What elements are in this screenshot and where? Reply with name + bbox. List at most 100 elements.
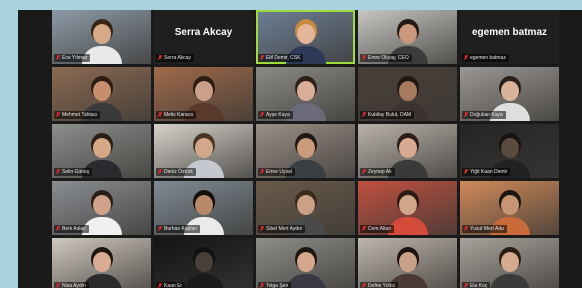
participant-name: Mehmet Tahtacı	[62, 112, 98, 118]
mic-muted-icon	[158, 112, 162, 118]
participant-name: Zeynep Ak	[368, 169, 392, 175]
mic-muted-icon	[260, 169, 264, 175]
mic-muted-icon	[260, 226, 264, 232]
meeting-window: Ece Yılmaz Serra Akcay Serra Akcay Elif Dem…	[18, 10, 582, 288]
participant-tile[interactable]: Kubilay Bulut, DAM	[358, 67, 457, 121]
participant-name-label: Ela Koç	[462, 282, 491, 288]
participant-name: Yusuf Mert Ada	[470, 226, 504, 232]
participant-face	[92, 252, 111, 272]
participant-tile[interactable]: Ece Yılmaz	[52, 10, 151, 64]
participant-name-label: Kubilay Bulut, DAM	[360, 111, 415, 119]
participant-tile[interactable]: Cem Altun	[358, 181, 457, 235]
participant-face	[296, 195, 315, 215]
participant-tile[interactable]: Sibel Mert Aydın	[256, 181, 355, 235]
participant-tile[interactable]: Yusuf Mert Ada	[460, 181, 559, 235]
participant-tile[interactable]: Burhan Kaplan	[154, 181, 253, 235]
participant-name-label: Yiğit Kaan Demir	[462, 168, 511, 176]
mic-muted-icon	[56, 283, 60, 288]
participant-shoulders	[285, 274, 326, 288]
mic-muted-icon	[362, 226, 366, 232]
mic-muted-icon	[260, 55, 264, 61]
participant-face	[398, 24, 417, 44]
mic-muted-icon	[56, 55, 60, 61]
participant-face	[398, 81, 417, 101]
participant-name: egemen batmaz	[470, 55, 506, 61]
participant-name-label: Emre Okyay, CEO	[360, 54, 412, 62]
mic-muted-icon	[158, 169, 162, 175]
participant-tile[interactable]: Selin Güneş	[52, 124, 151, 178]
participant-face	[500, 252, 519, 272]
participant-tile[interactable]: Kaan Er	[154, 238, 253, 288]
participant-name-label: egemen batmaz	[462, 54, 509, 62]
participant-face	[296, 24, 315, 44]
participant-tile[interactable]: Mehmet Tahtacı	[52, 67, 151, 121]
participant-face	[500, 81, 519, 101]
participant-name-label: Deniz Öztürk	[156, 168, 196, 176]
participant-video	[183, 248, 224, 288]
participant-name: Doğukan Kaya	[470, 112, 503, 118]
participant-face	[398, 138, 417, 158]
mic-muted-icon	[158, 226, 162, 232]
participant-face	[92, 195, 111, 215]
participant-tile[interactable]: Deniz Öztürk	[154, 124, 253, 178]
mic-muted-icon	[362, 112, 366, 118]
participant-tile[interactable]: Yiğit Kaan Demir	[460, 124, 559, 178]
mic-muted-icon	[158, 55, 162, 61]
participant-name-label: Zeynep Ak	[360, 168, 395, 176]
participant-gallery: Ece Yılmaz Serra Akcay Serra Akcay Elif Dem…	[52, 10, 582, 288]
mic-muted-icon	[56, 112, 60, 118]
mic-muted-icon	[464, 112, 468, 118]
participant-name-label: Elif Demir, CSK	[258, 54, 304, 62]
participant-tile[interactable]: Berk Aslan	[52, 181, 151, 235]
participant-name: Sibel Mert Aydın	[266, 226, 303, 232]
participant-tile[interactable]: Melis Karaca	[154, 67, 253, 121]
participant-tile[interactable]: Emre Okyay, CEO	[358, 10, 457, 64]
participant-tile[interactable]: Ayşe Kaya	[256, 67, 355, 121]
participant-name: Yiğit Kaan Demir	[470, 169, 508, 175]
participant-name-label: Yusuf Mert Ada	[462, 225, 507, 233]
participant-shoulders	[489, 274, 530, 288]
participant-name: Tolga Şen	[266, 283, 289, 288]
participant-tile[interactable]: Emre Uysal	[256, 124, 355, 178]
participant-tile[interactable]: Nisa Aydın	[52, 238, 151, 288]
participant-name: Serra Akcay	[164, 55, 191, 61]
participant-video	[489, 248, 530, 288]
participant-name-label: Sibel Mert Aydın	[258, 225, 306, 233]
participant-tile[interactable]: Doğukan Kaya	[460, 67, 559, 121]
participant-name-label: Melis Karaca	[156, 111, 196, 119]
mic-muted-icon	[362, 169, 366, 175]
mic-muted-icon	[464, 169, 468, 175]
participant-name: Melis Karaca	[164, 112, 193, 118]
participant-name: Kaan Er	[164, 283, 183, 288]
participant-tile[interactable]: Tolga Şen	[256, 238, 355, 288]
participant-face	[194, 138, 213, 158]
participant-face	[194, 81, 213, 101]
participant-face	[296, 252, 315, 272]
participant-name: Emre Okyay, CEO	[368, 55, 409, 61]
participant-face	[92, 81, 111, 101]
mic-muted-icon	[464, 226, 468, 232]
mic-muted-icon	[158, 283, 162, 288]
participant-tile[interactable]: Elif Demir, CSK	[256, 10, 355, 64]
participant-name-label: Ayşe Kaya	[258, 111, 293, 119]
participant-name-label: Cem Altun	[360, 225, 395, 233]
participant-name-label: Nisa Aydın	[54, 282, 89, 288]
participant-tile[interactable]: Serra Akcay Serra Akcay	[154, 10, 253, 64]
participant-name-label: Selin Güneş	[54, 168, 93, 176]
participant-face	[194, 195, 213, 215]
participant-name: Elif Demir, CSK	[266, 55, 301, 61]
participant-face	[500, 195, 519, 215]
participant-tile[interactable]: Zeynep Ak	[358, 124, 457, 178]
participant-name-label: Tolga Şen	[258, 282, 292, 288]
participant-tile[interactable]: Defne Yıldız	[358, 238, 457, 288]
participant-name: Defne Yıldız	[368, 283, 396, 288]
participant-name-label: Berk Aslan	[54, 225, 89, 233]
participant-face	[500, 138, 519, 158]
participant-tile[interactable]: Ela Koç	[460, 238, 559, 288]
mic-muted-icon	[464, 55, 468, 61]
participant-tile[interactable]: egemen batmaz egemen batmaz	[460, 10, 559, 64]
participant-video	[285, 248, 326, 288]
participant-name: Kubilay Bulut, DAM	[368, 112, 412, 118]
participant-face	[194, 252, 213, 272]
participant-name: Berk Aslan	[62, 226, 86, 232]
